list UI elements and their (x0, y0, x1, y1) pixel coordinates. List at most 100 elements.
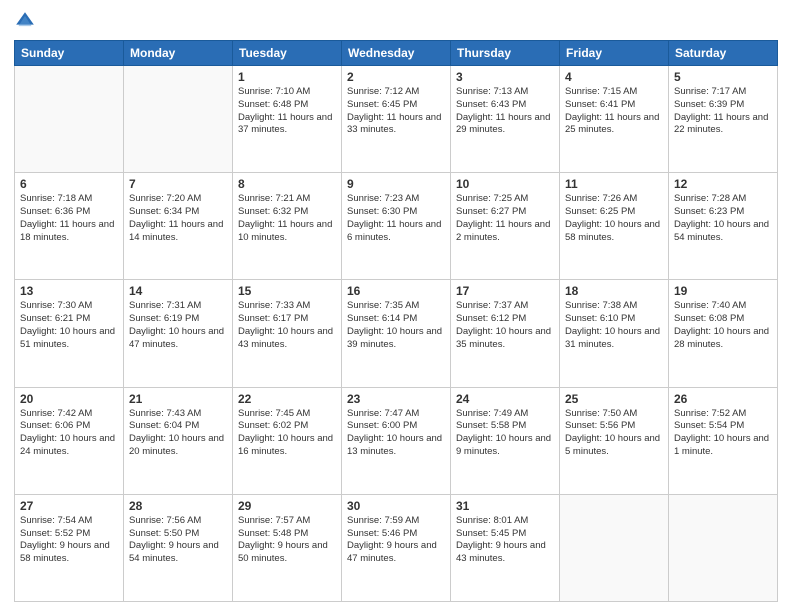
cell-3-3: 23 Sunrise: 7:47 AM Sunset: 6:00 PM Dayli… (342, 387, 451, 494)
cell-info: Sunrise: 7:12 AM Sunset: 6:45 PM Dayligh… (347, 86, 445, 137)
cell-info: Sunrise: 7:54 AM Sunset: 5:52 PM Dayligh… (20, 515, 118, 566)
header-day-saturday: Saturday (669, 41, 778, 66)
cell-info: Sunrise: 7:23 AM Sunset: 6:30 PM Dayligh… (347, 193, 445, 244)
cell-day-number: 9 (347, 177, 445, 191)
logo-icon (14, 10, 36, 32)
cell-info: Sunrise: 7:20 AM Sunset: 6:34 PM Dayligh… (129, 193, 227, 244)
header-day-thursday: Thursday (451, 41, 560, 66)
cell-day-number: 23 (347, 392, 445, 406)
cell-2-1: 14Sunrise: 7:31 AM Sunset: 6:19 PM Dayli… (124, 280, 233, 387)
cell-0-6: 5 Sunrise: 7:17 AM Sunset: 6:39 PM Daylig… (669, 66, 778, 173)
cell-3-6: 26 Sunrise: 7:52 AM Sunset: 5:54 PM Dayli… (669, 387, 778, 494)
cell-info: Sunrise: 7:45 AM Sunset: 6:02 PM Dayligh… (238, 408, 336, 459)
cell-1-6: 12Sunrise: 7:28 AM Sunset: 6:23 PM Dayli… (669, 173, 778, 280)
cell-2-6: 19 Sunrise: 7:40 AM Sunset: 6:08 PM Dayli… (669, 280, 778, 387)
header-row: SundayMondayTuesdayWednesdayThursdayFrid… (15, 41, 778, 66)
cell-4-4: 31Sunrise: 8:01 AM Sunset: 5:45 PM Dayli… (451, 494, 560, 601)
cell-day-number: 29 (238, 499, 336, 513)
cell-4-6 (669, 494, 778, 601)
cell-info: Sunrise: 7:56 AM Sunset: 5:50 PM Dayligh… (129, 515, 227, 566)
cell-info: Sunrise: 7:10 AM Sunset: 6:48 PM Dayligh… (238, 86, 336, 137)
cell-day-number: 10 (456, 177, 554, 191)
cell-info: Sunrise: 7:21 AM Sunset: 6:32 PM Dayligh… (238, 193, 336, 244)
header-day-monday: Monday (124, 41, 233, 66)
calendar-body: 1 Sunrise: 7:10 AM Sunset: 6:48 PM Daylig… (15, 66, 778, 602)
cell-day-number: 16 (347, 284, 445, 298)
cell-info: Sunrise: 7:15 AM Sunset: 6:41 PM Dayligh… (565, 86, 663, 137)
cell-0-3: 2 Sunrise: 7:12 AM Sunset: 6:45 PM Daylig… (342, 66, 451, 173)
cell-day-number: 1 (238, 70, 336, 84)
week-row-3: 20 Sunrise: 7:42 AM Sunset: 6:06 PM Dayli… (15, 387, 778, 494)
cell-2-0: 13Sunrise: 7:30 AM Sunset: 6:21 PM Dayli… (15, 280, 124, 387)
cell-day-number: 26 (674, 392, 772, 406)
cell-day-number: 2 (347, 70, 445, 84)
cell-info: Sunrise: 7:52 AM Sunset: 5:54 PM Dayligh… (674, 408, 772, 459)
cell-info: Sunrise: 7:31 AM Sunset: 6:19 PM Dayligh… (129, 300, 227, 351)
cell-day-number: 15 (238, 284, 336, 298)
cell-4-0: 27 Sunrise: 7:54 AM Sunset: 5:52 PM Dayli… (15, 494, 124, 601)
cell-day-number: 3 (456, 70, 554, 84)
cell-4-3: 30 Sunrise: 7:59 AM Sunset: 5:46 PM Dayli… (342, 494, 451, 601)
cell-1-2: 8 Sunrise: 7:21 AM Sunset: 6:32 PM Daylig… (233, 173, 342, 280)
cell-day-number: 8 (238, 177, 336, 191)
cell-day-number: 24 (456, 392, 554, 406)
cell-day-number: 22 (238, 392, 336, 406)
week-row-1: 6Sunrise: 7:18 AM Sunset: 6:36 PM Daylig… (15, 173, 778, 280)
cell-4-1: 28Sunrise: 7:56 AM Sunset: 5:50 PM Dayli… (124, 494, 233, 601)
cell-2-4: 17 Sunrise: 7:37 AM Sunset: 6:12 PM Dayli… (451, 280, 560, 387)
cell-info: Sunrise: 7:59 AM Sunset: 5:46 PM Dayligh… (347, 515, 445, 566)
cell-3-4: 24Sunrise: 7:49 AM Sunset: 5:58 PM Dayli… (451, 387, 560, 494)
cell-info: Sunrise: 7:17 AM Sunset: 6:39 PM Dayligh… (674, 86, 772, 137)
cell-day-number: 12 (674, 177, 772, 191)
cell-2-3: 16 Sunrise: 7:35 AM Sunset: 6:14 PM Dayli… (342, 280, 451, 387)
cell-day-number: 17 (456, 284, 554, 298)
cell-info: Sunrise: 7:40 AM Sunset: 6:08 PM Dayligh… (674, 300, 772, 351)
week-row-2: 13Sunrise: 7:30 AM Sunset: 6:21 PM Dayli… (15, 280, 778, 387)
cell-info: Sunrise: 7:37 AM Sunset: 6:12 PM Dayligh… (456, 300, 554, 351)
cell-info: Sunrise: 7:57 AM Sunset: 5:48 PM Dayligh… (238, 515, 336, 566)
cell-info: Sunrise: 7:47 AM Sunset: 6:00 PM Dayligh… (347, 408, 445, 459)
cell-day-number: 30 (347, 499, 445, 513)
cell-info: Sunrise: 7:26 AM Sunset: 6:25 PM Dayligh… (565, 193, 663, 244)
cell-info: Sunrise: 7:43 AM Sunset: 6:04 PM Dayligh… (129, 408, 227, 459)
calendar-header: SundayMondayTuesdayWednesdayThursdayFrid… (15, 41, 778, 66)
page: SundayMondayTuesdayWednesdayThursdayFrid… (0, 0, 792, 612)
cell-0-5: 4 Sunrise: 7:15 AM Sunset: 6:41 PM Daylig… (560, 66, 669, 173)
cell-day-number: 27 (20, 499, 118, 513)
cell-info: Sunrise: 7:35 AM Sunset: 6:14 PM Dayligh… (347, 300, 445, 351)
logo (14, 10, 40, 32)
cell-3-5: 25Sunrise: 7:50 AM Sunset: 5:56 PM Dayli… (560, 387, 669, 494)
cell-day-number: 20 (20, 392, 118, 406)
header (14, 10, 778, 32)
cell-4-2: 29 Sunrise: 7:57 AM Sunset: 5:48 PM Dayli… (233, 494, 342, 601)
cell-0-4: 3 Sunrise: 7:13 AM Sunset: 6:43 PM Daylig… (451, 66, 560, 173)
cell-day-number: 19 (674, 284, 772, 298)
cell-day-number: 11 (565, 177, 663, 191)
cell-0-0 (15, 66, 124, 173)
cell-info: Sunrise: 7:13 AM Sunset: 6:43 PM Dayligh… (456, 86, 554, 137)
cell-1-4: 10 Sunrise: 7:25 AM Sunset: 6:27 PM Dayli… (451, 173, 560, 280)
calendar-table: SundayMondayTuesdayWednesdayThursdayFrid… (14, 40, 778, 602)
cell-day-number: 21 (129, 392, 227, 406)
cell-4-5 (560, 494, 669, 601)
cell-2-5: 18Sunrise: 7:38 AM Sunset: 6:10 PM Dayli… (560, 280, 669, 387)
cell-2-2: 15 Sunrise: 7:33 AM Sunset: 6:17 PM Dayli… (233, 280, 342, 387)
cell-info: Sunrise: 7:38 AM Sunset: 6:10 PM Dayligh… (565, 300, 663, 351)
cell-1-5: 11 Sunrise: 7:26 AM Sunset: 6:25 PM Dayli… (560, 173, 669, 280)
cell-day-number: 4 (565, 70, 663, 84)
cell-day-number: 7 (129, 177, 227, 191)
week-row-0: 1 Sunrise: 7:10 AM Sunset: 6:48 PM Daylig… (15, 66, 778, 173)
header-day-tuesday: Tuesday (233, 41, 342, 66)
cell-info: Sunrise: 7:25 AM Sunset: 6:27 PM Dayligh… (456, 193, 554, 244)
cell-day-number: 25 (565, 392, 663, 406)
header-day-wednesday: Wednesday (342, 41, 451, 66)
header-day-sunday: Sunday (15, 41, 124, 66)
cell-1-1: 7 Sunrise: 7:20 AM Sunset: 6:34 PM Daylig… (124, 173, 233, 280)
cell-3-0: 20 Sunrise: 7:42 AM Sunset: 6:06 PM Dayli… (15, 387, 124, 494)
cell-3-1: 21 Sunrise: 7:43 AM Sunset: 6:04 PM Dayli… (124, 387, 233, 494)
cell-info: Sunrise: 7:33 AM Sunset: 6:17 PM Dayligh… (238, 300, 336, 351)
cell-info: Sunrise: 7:42 AM Sunset: 6:06 PM Dayligh… (20, 408, 118, 459)
cell-day-number: 5 (674, 70, 772, 84)
cell-0-1 (124, 66, 233, 173)
cell-info: Sunrise: 7:30 AM Sunset: 6:21 PM Dayligh… (20, 300, 118, 351)
